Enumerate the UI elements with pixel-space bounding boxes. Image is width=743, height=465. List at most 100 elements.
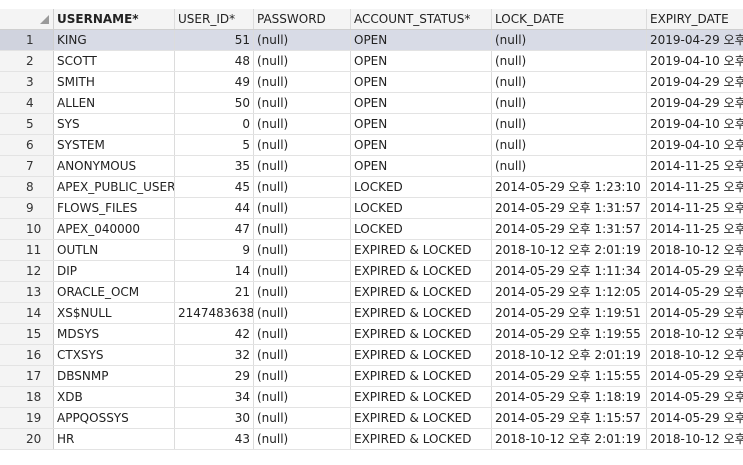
cell-username[interactable]: ANONYMOUS <box>54 156 175 176</box>
cell-lock-date[interactable]: 2014-05-29 오후 1:15:55 <box>492 366 647 386</box>
cell-account-status[interactable]: LOCKED <box>351 177 492 197</box>
cell-expiry-date[interactable]: 2019-04-29 오후 <box>647 93 743 113</box>
result-grid[interactable]: USERNAME* USER_ID* PASSWORD ACCOUNT_STAT… <box>0 9 743 450</box>
cell-account-status[interactable]: EXPIRED & LOCKED <box>351 303 492 323</box>
row-number[interactable]: 10 <box>0 219 54 239</box>
cell-lock-date[interactable]: (null) <box>492 135 647 155</box>
cell-expiry-date[interactable]: 2018-10-12 오후 <box>647 429 743 449</box>
column-header-password[interactable]: PASSWORD <box>254 9 351 29</box>
cell-user-id[interactable]: 14 <box>175 261 254 281</box>
cell-account-status[interactable]: EXPIRED & LOCKED <box>351 408 492 428</box>
cell-password[interactable]: (null) <box>254 408 351 428</box>
cell-password[interactable]: (null) <box>254 135 351 155</box>
cell-username[interactable]: DBSNMP <box>54 366 175 386</box>
cell-expiry-date[interactable]: 2014-05-29 오후 <box>647 303 743 323</box>
row-number[interactable]: 6 <box>0 135 54 155</box>
cell-password[interactable]: (null) <box>254 51 351 71</box>
row-number[interactable]: 8 <box>0 177 54 197</box>
cell-password[interactable]: (null) <box>254 198 351 218</box>
cell-expiry-date[interactable]: 2014-05-29 오후 <box>647 387 743 407</box>
cell-user-id[interactable]: 43 <box>175 429 254 449</box>
cell-account-status[interactable]: EXPIRED & LOCKED <box>351 324 492 344</box>
cell-expiry-date[interactable]: 2014-05-29 오후 <box>647 408 743 428</box>
cell-password[interactable]: (null) <box>254 366 351 386</box>
cell-password[interactable]: (null) <box>254 261 351 281</box>
column-header-username[interactable]: USERNAME* <box>54 9 175 29</box>
row-number[interactable]: 9 <box>0 198 54 218</box>
cell-username[interactable]: XDB <box>54 387 175 407</box>
cell-lock-date[interactable]: 2014-05-29 오후 1:18:19 <box>492 387 647 407</box>
cell-username[interactable]: APEX_PUBLIC_USER <box>54 177 175 197</box>
cell-password[interactable]: (null) <box>254 156 351 176</box>
cell-expiry-date[interactable]: 2019-04-10 오후 <box>647 135 743 155</box>
row-number[interactable]: 14 <box>0 303 54 323</box>
row-number[interactable]: 13 <box>0 282 54 302</box>
cell-expiry-date[interactable]: 2014-11-25 오후 <box>647 219 743 239</box>
cell-user-id[interactable]: 42 <box>175 324 254 344</box>
cell-lock-date[interactable]: 2018-10-12 오후 2:01:19 <box>492 345 647 365</box>
cell-user-id[interactable]: 5 <box>175 135 254 155</box>
cell-password[interactable]: (null) <box>254 30 351 50</box>
row-number[interactable]: 5 <box>0 114 54 134</box>
cell-user-id[interactable]: 34 <box>175 387 254 407</box>
cell-user-id[interactable]: 29 <box>175 366 254 386</box>
cell-account-status[interactable]: OPEN <box>351 30 492 50</box>
cell-user-id[interactable]: 49 <box>175 72 254 92</box>
table-row[interactable]: 13 ORACLE_OCM 21 (null) EXPIRED & LOCKED… <box>0 282 743 303</box>
cell-username[interactable]: SCOTT <box>54 51 175 71</box>
cell-expiry-date[interactable]: 2019-04-10 오후 <box>647 114 743 134</box>
cell-account-status[interactable]: LOCKED <box>351 219 492 239</box>
table-row[interactable]: 15 MDSYS 42 (null) EXPIRED & LOCKED 2014… <box>0 324 743 345</box>
cell-account-status[interactable]: OPEN <box>351 51 492 71</box>
cell-username[interactable]: KING <box>54 30 175 50</box>
table-row[interactable]: 10 APEX_040000 47 (null) LOCKED 2014-05-… <box>0 219 743 240</box>
table-row[interactable]: 2 SCOTT 48 (null) OPEN (null) 2019-04-10… <box>0 51 743 72</box>
cell-password[interactable]: (null) <box>254 240 351 260</box>
column-header-lock-date[interactable]: LOCK_DATE <box>492 9 647 29</box>
cell-user-id[interactable]: 47 <box>175 219 254 239</box>
cell-account-status[interactable]: EXPIRED & LOCKED <box>351 429 492 449</box>
cell-user-id[interactable]: 44 <box>175 198 254 218</box>
cell-account-status[interactable]: OPEN <box>351 156 492 176</box>
cell-account-status[interactable]: EXPIRED & LOCKED <box>351 387 492 407</box>
table-row[interactable]: 1 KING 51 (null) OPEN (null) 2019-04-29 … <box>0 30 743 51</box>
column-header-user-id[interactable]: USER_ID* <box>175 9 254 29</box>
cell-user-id[interactable]: 35 <box>175 156 254 176</box>
row-number[interactable]: 19 <box>0 408 54 428</box>
cell-lock-date[interactable]: 2014-05-29 오후 1:19:55 <box>492 324 647 344</box>
table-row[interactable]: 11 OUTLN 9 (null) EXPIRED & LOCKED 2018-… <box>0 240 743 261</box>
cell-lock-date[interactable]: 2018-10-12 오후 2:01:19 <box>492 240 647 260</box>
cell-expiry-date[interactable]: 2014-11-25 오후 <box>647 177 743 197</box>
row-number[interactable]: 12 <box>0 261 54 281</box>
cell-account-status[interactable]: EXPIRED & LOCKED <box>351 366 492 386</box>
row-number[interactable]: 20 <box>0 429 54 449</box>
table-row[interactable]: 20 HR 43 (null) EXPIRED & LOCKED 2018-10… <box>0 429 743 450</box>
cell-account-status[interactable]: OPEN <box>351 114 492 134</box>
cell-password[interactable]: (null) <box>254 282 351 302</box>
row-number[interactable]: 15 <box>0 324 54 344</box>
cell-user-id[interactable]: 21 <box>175 282 254 302</box>
row-number[interactable]: 16 <box>0 345 54 365</box>
table-row[interactable]: 12 DIP 14 (null) EXPIRED & LOCKED 2014-0… <box>0 261 743 282</box>
cell-username[interactable]: SYS <box>54 114 175 134</box>
cell-password[interactable]: (null) <box>254 93 351 113</box>
cell-user-id[interactable]: 48 <box>175 51 254 71</box>
column-header-account-status[interactable]: ACCOUNT_STATUS* <box>351 9 492 29</box>
table-row[interactable]: 5 SYS 0 (null) OPEN (null) 2019-04-10 오후 <box>0 114 743 135</box>
cell-expiry-date[interactable]: 2018-10-12 오후 <box>647 345 743 365</box>
cell-user-id[interactable]: 51 <box>175 30 254 50</box>
cell-expiry-date[interactable]: 2014-11-25 오후 <box>647 198 743 218</box>
cell-account-status[interactable]: OPEN <box>351 72 492 92</box>
cell-lock-date[interactable]: 2014-05-29 오후 1:15:57 <box>492 408 647 428</box>
cell-expiry-date[interactable]: 2019-04-29 오후 <box>647 72 743 92</box>
cell-password[interactable]: (null) <box>254 324 351 344</box>
cell-lock-date[interactable]: 2014-05-29 오후 1:31:57 <box>492 219 647 239</box>
cell-username[interactable]: DIP <box>54 261 175 281</box>
cell-password[interactable]: (null) <box>254 72 351 92</box>
cell-account-status[interactable]: EXPIRED & LOCKED <box>351 240 492 260</box>
cell-username[interactable]: ALLEN <box>54 93 175 113</box>
row-number[interactable]: 17 <box>0 366 54 386</box>
cell-expiry-date[interactable]: 2014-11-25 오후 <box>647 156 743 176</box>
row-number[interactable]: 4 <box>0 93 54 113</box>
cell-username[interactable]: MDSYS <box>54 324 175 344</box>
